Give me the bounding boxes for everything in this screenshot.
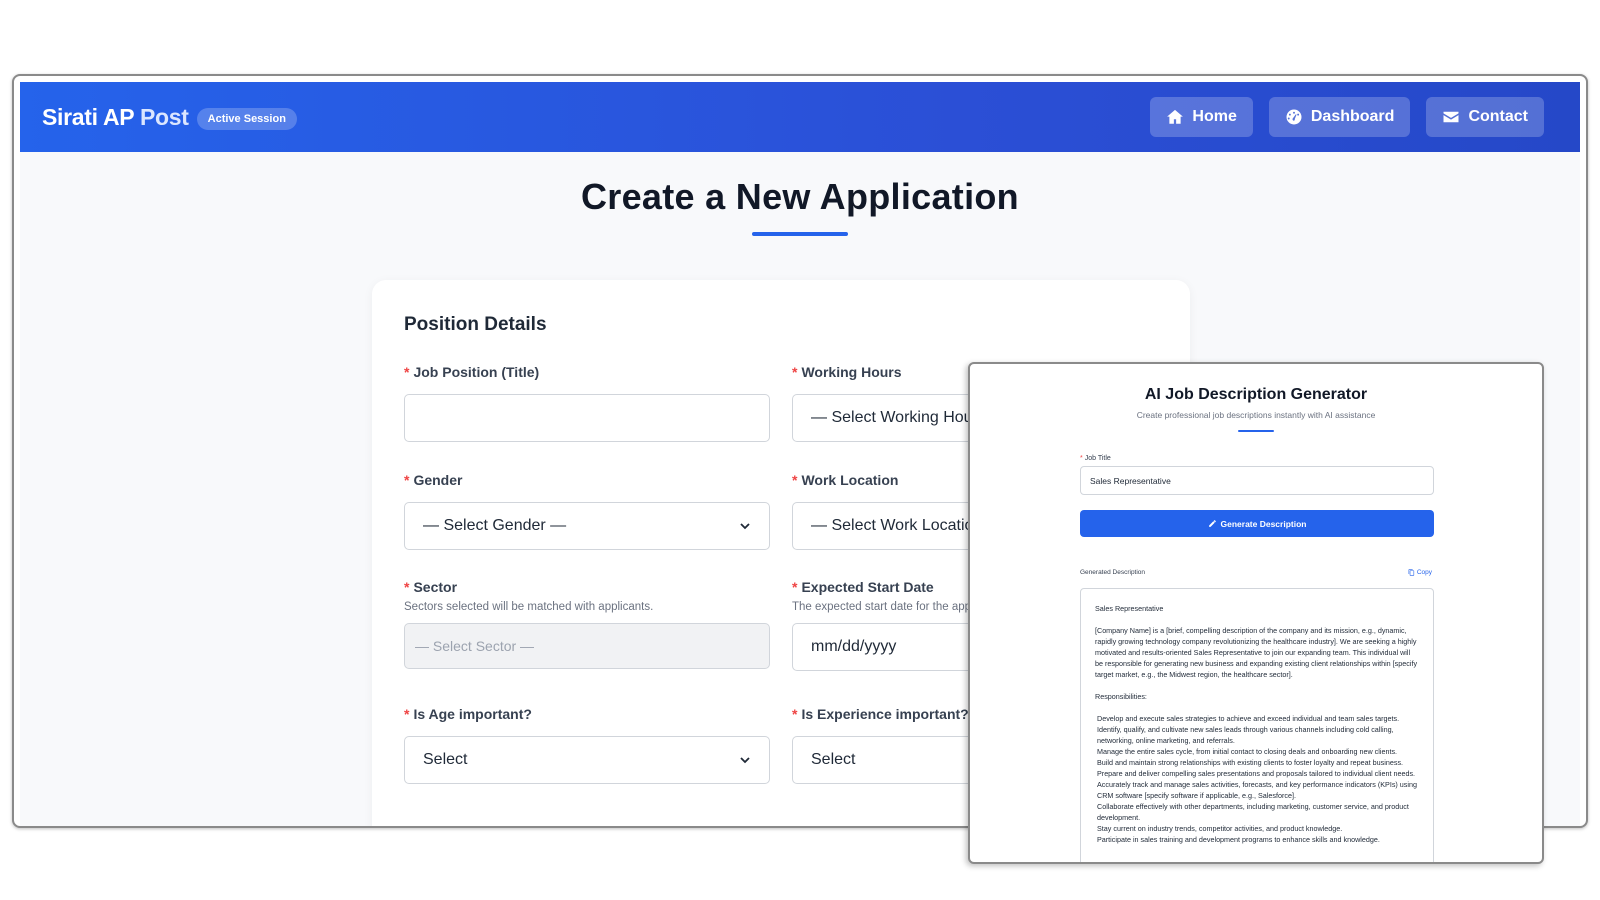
responsibility-item: Identify, qualify, and cultivate new sal… [1097,725,1394,745]
brand[interactable]: Sirati AP Post Active Session [42,104,297,131]
description-intro: [Company Name] is a [brief, compelling d… [1095,626,1418,679]
copy-button[interactable]: Copy [1408,569,1432,576]
copy-icon [1408,569,1414,576]
description-heading: Sales Representative [1095,604,1164,613]
responsibility-item: Prepare and deliver compelling sales pre… [1097,769,1416,778]
session-badge: Active Session [196,108,297,130]
responsibilities-heading: Responsibilities: [1095,692,1147,701]
sector-field: * Sector Sectors selected will be matched… [404,579,770,669]
responsibility-item: Accurately track and manage sales activi… [1097,780,1417,800]
responsibility-item: Build and maintain strong relationships … [1097,758,1404,767]
title-underline [752,232,848,236]
chevron-down-icon [740,757,750,764]
ai-title-underline [1238,430,1274,432]
responsibility-item: Manage the entire sales cycle, from init… [1097,747,1398,756]
pencil-icon [1208,520,1216,527]
page-title: Create a New Application [581,176,1019,217]
home-icon [1167,109,1184,124]
age-important-select[interactable]: Select [404,736,770,784]
generated-description-text[interactable]: Sales Representative [Company Name] is a… [1080,588,1434,862]
nav-contact-button[interactable]: Contact [1426,97,1544,137]
top-navbar: Sirati AP Post Active Session Home Dashb… [20,82,1580,152]
job-title-input[interactable]: Sales Representative [1080,466,1434,495]
dashboard-icon [1286,109,1302,125]
sector-hint: Sectors selected will be matched with ap… [404,601,654,613]
responsibility-item: Develop and execute sales strategies to … [1097,714,1400,723]
ai-generator-title: AI Job Description Generator [1144,386,1368,403]
section-title: Position Details [404,314,547,335]
brand-name: Sirati AP Post [42,103,189,130]
chevron-down-icon [740,523,750,530]
ai-generator-subtitle: Create professional job descriptions ins… [1136,410,1376,420]
nav-home-button[interactable]: Home [1150,97,1253,137]
responsibility-item: Stay current on industry trends, competi… [1097,824,1343,833]
job-position-input[interactable] [404,394,770,442]
nav-links: Home Dashboard Contact [1150,97,1544,137]
ai-generator-window: AI Job Description Generator Create prof… [968,362,1544,864]
gender-field: * Gender — Select Gender — [404,472,770,550]
ai-generator-panel: AI Job Description Generator Create prof… [976,370,1536,862]
envelope-icon [1443,111,1459,123]
generated-description-label: Generated Description [1080,569,1146,576]
responsibility-item: Participate in sales training and develo… [1097,835,1380,844]
nav-dashboard-button[interactable]: Dashboard [1268,97,1411,137]
job-title-label: * Job Title [1080,455,1111,462]
job-position-field: * Job Position (Title) [404,364,770,442]
generate-description-button[interactable]: Generate Description [1080,510,1434,537]
gender-select[interactable]: — Select Gender — [404,502,770,550]
sector-select[interactable]: — Select Sector — [404,623,770,669]
responsibility-item: Collaborate effectively with other depar… [1097,802,1409,822]
age-important-field: * Is Age important? Select [404,706,770,784]
